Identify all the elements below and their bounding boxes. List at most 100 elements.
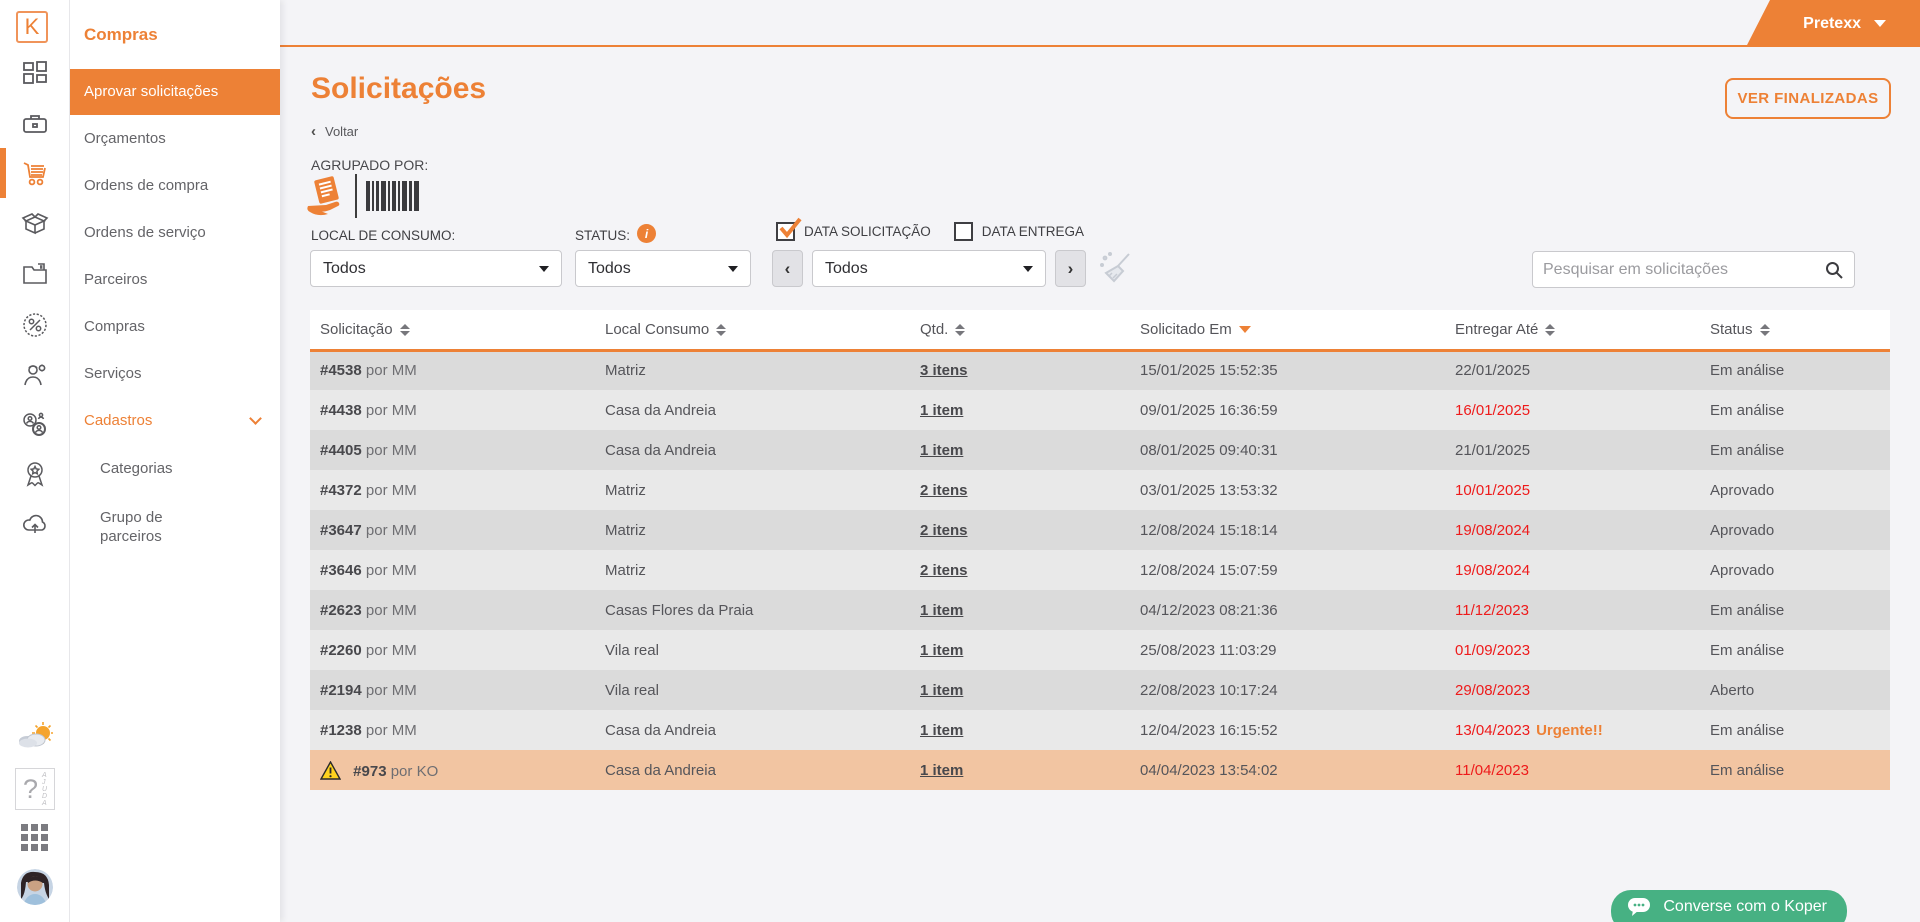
table-row[interactable]: #3646 por MM Matriz 2 itens 12/08/2024 1…	[310, 550, 1890, 590]
col-header-solicitado-em[interactable]: Solicitado Em	[1130, 310, 1445, 350]
table-row[interactable]: #2623 por MM Casas Flores da Praia 1 ite…	[310, 590, 1890, 630]
items-link[interactable]: 2 itens	[920, 562, 968, 579]
items-link[interactable]: 2 itens	[920, 522, 968, 539]
open-box-icon[interactable]	[21, 210, 49, 238]
sort-icon	[1545, 324, 1555, 336]
date-filter-checkboxes: DATA SOLICITAÇÃO DATA ENTREGA	[776, 222, 1098, 241]
items-link[interactable]: 3 itens	[920, 362, 968, 379]
table-row[interactable]: #4372 por MM Matriz 2 itens 03/01/2025 1…	[310, 470, 1890, 510]
chevron-down-icon	[249, 412, 262, 425]
status-badge: Em análise	[1700, 630, 1890, 670]
ver-finalizadas-button[interactable]: VER FINALIZADAS	[1725, 78, 1891, 119]
table-row[interactable]: #4405 por MM Casa da Andreia 1 item 08/0…	[310, 430, 1890, 470]
sidebar-item-aprovar-solicitacoes[interactable]: Aprovar solicitações	[70, 69, 280, 115]
warning-icon	[320, 761, 341, 780]
info-icon[interactable]: i	[637, 224, 656, 243]
sidebar-item-ordens-de-compra[interactable]: Ordens de compra	[70, 162, 280, 209]
status-badge: Em análise	[1700, 390, 1890, 430]
status-badge: Em análise	[1700, 350, 1890, 390]
sidebar-item-compras[interactable]: Compras	[70, 303, 280, 350]
col-header-solicitacao[interactable]: Solicitação	[310, 310, 595, 350]
sidebar-item-ordens-de-servico[interactable]: Ordens de serviço	[70, 209, 280, 256]
status-badge: Em análise	[1700, 590, 1890, 630]
status-label: STATUS:	[575, 228, 630, 243]
items-link[interactable]: 1 item	[920, 642, 963, 659]
period-next-button[interactable]: ›	[1055, 250, 1086, 287]
search-icon[interactable]	[1824, 260, 1844, 280]
sidebar-item-orcamentos[interactable]: Orçamentos	[70, 115, 280, 162]
worker-icon[interactable]	[21, 361, 49, 389]
data-entrega-checkbox[interactable]	[954, 222, 973, 241]
period-prev-button[interactable]: ‹	[772, 250, 803, 287]
col-header-qtd[interactable]: Qtd.	[910, 310, 1130, 350]
table-row[interactable]: #2194 por MM Vila real 1 item 22/08/2023…	[310, 670, 1890, 710]
status-select[interactable]: Todos	[575, 250, 751, 287]
koper-logo[interactable]: K	[16, 11, 48, 43]
table-row[interactable]: #4438 por MM Casa da Andreia 1 item 09/0…	[310, 390, 1890, 430]
col-header-local-consumo[interactable]: Local Consumo	[595, 310, 910, 350]
sidebar-item-servicos[interactable]: Serviços	[70, 350, 280, 397]
items-link[interactable]: 1 item	[920, 762, 963, 779]
sidebar-item-cadastros[interactable]: Cadastros	[70, 397, 280, 444]
dashboard-icon[interactable]	[21, 59, 49, 87]
items-link[interactable]: 2 itens	[920, 482, 968, 499]
sort-icon	[1760, 324, 1770, 336]
status-badge: Aprovado	[1700, 510, 1890, 550]
back-link[interactable]: ‹ Voltar	[311, 123, 358, 140]
percent-icon[interactable]	[21, 311, 49, 339]
table-row-highlighted[interactable]: #973 por KO Casa da Andreia 1 item 04/04…	[310, 750, 1890, 790]
period-select[interactable]: Todos	[812, 250, 1046, 287]
active-rail-indicator	[0, 148, 6, 198]
col-header-entregar-ate[interactable]: Entregar Até	[1445, 310, 1700, 350]
sidebar-section-title: Compras	[70, 0, 280, 45]
local-consumo-select[interactable]: Todos	[310, 250, 562, 287]
items-link[interactable]: 1 item	[920, 682, 963, 699]
sort-icon	[716, 324, 726, 336]
items-link[interactable]: 1 item	[920, 722, 963, 739]
items-link[interactable]: 1 item	[920, 442, 963, 459]
help-icon[interactable]: ? AJUDA	[15, 768, 55, 810]
folder-money-icon[interactable]	[21, 260, 49, 288]
icon-rail: K ?	[0, 0, 70, 922]
data-solicitacao-checkbox[interactable]	[776, 222, 795, 241]
sidebar-subitem-grupo-de-parceiros[interactable]: Grupo de parceiros	[70, 493, 280, 561]
caret-down-icon	[1023, 266, 1033, 272]
apps-grid-icon[interactable]	[21, 824, 49, 852]
items-link[interactable]: 1 item	[920, 602, 963, 619]
table-row[interactable]: #2260 por MM Vila real 1 item 25/08/2023…	[310, 630, 1890, 670]
weather-icon[interactable]	[17, 718, 53, 754]
chat-bubble-icon	[1627, 896, 1651, 918]
briefcase-icon[interactable]	[21, 110, 49, 138]
chat-button-label: Converse com o Koper	[1663, 898, 1827, 916]
users-icon[interactable]	[21, 410, 49, 438]
chat-button[interactable]: Converse com o Koper	[1611, 890, 1847, 922]
chevron-left-icon: ‹	[311, 123, 316, 140]
cloud-upload-icon[interactable]	[21, 510, 49, 538]
cart-icon[interactable]	[21, 160, 49, 188]
table-row[interactable]: #3647 por MM Matriz 2 itens 12/08/2024 1…	[310, 510, 1890, 550]
user-avatar[interactable]	[17, 869, 53, 905]
items-link[interactable]: 1 item	[920, 402, 963, 419]
grouped-by-label: AGRUPADO POR:	[311, 157, 428, 173]
award-icon[interactable]	[21, 460, 49, 488]
group-by-barcode-icon[interactable]	[366, 181, 420, 211]
table-header-row: Solicitação Local Consumo Qtd. Solicitad…	[310, 310, 1890, 350]
sort-desc-icon	[1239, 326, 1251, 333]
status-badge: Em análise	[1700, 710, 1890, 750]
group-by-request-icon[interactable]	[306, 174, 346, 218]
col-header-status[interactable]: Status	[1700, 310, 1890, 350]
account-name: Pretexx	[1803, 15, 1861, 33]
status-badge: Aberto	[1700, 670, 1890, 710]
status-badge: Em análise	[1700, 430, 1890, 470]
table-row[interactable]: #1238 por MM Casa da Andreia 1 item 12/0…	[310, 710, 1890, 750]
sort-icon	[955, 324, 965, 336]
search-input[interactable]	[1543, 261, 1824, 279]
data-solicitacao-label: DATA SOLICITAÇÃO	[804, 224, 931, 239]
sidebar-subitem-categorias[interactable]: Categorias	[70, 444, 280, 493]
help-vertical-label: AJUDA	[42, 772, 47, 807]
account-menu[interactable]: Pretexx	[1746, 0, 1920, 47]
clear-filters-icon[interactable]	[1096, 248, 1134, 291]
sidebar-item-parceiros[interactable]: Parceiros	[70, 256, 280, 303]
top-bar: Pretexx	[280, 0, 1920, 47]
table-row[interactable]: #4538 por MM Matriz 3 itens 15/01/2025 1…	[310, 350, 1890, 390]
